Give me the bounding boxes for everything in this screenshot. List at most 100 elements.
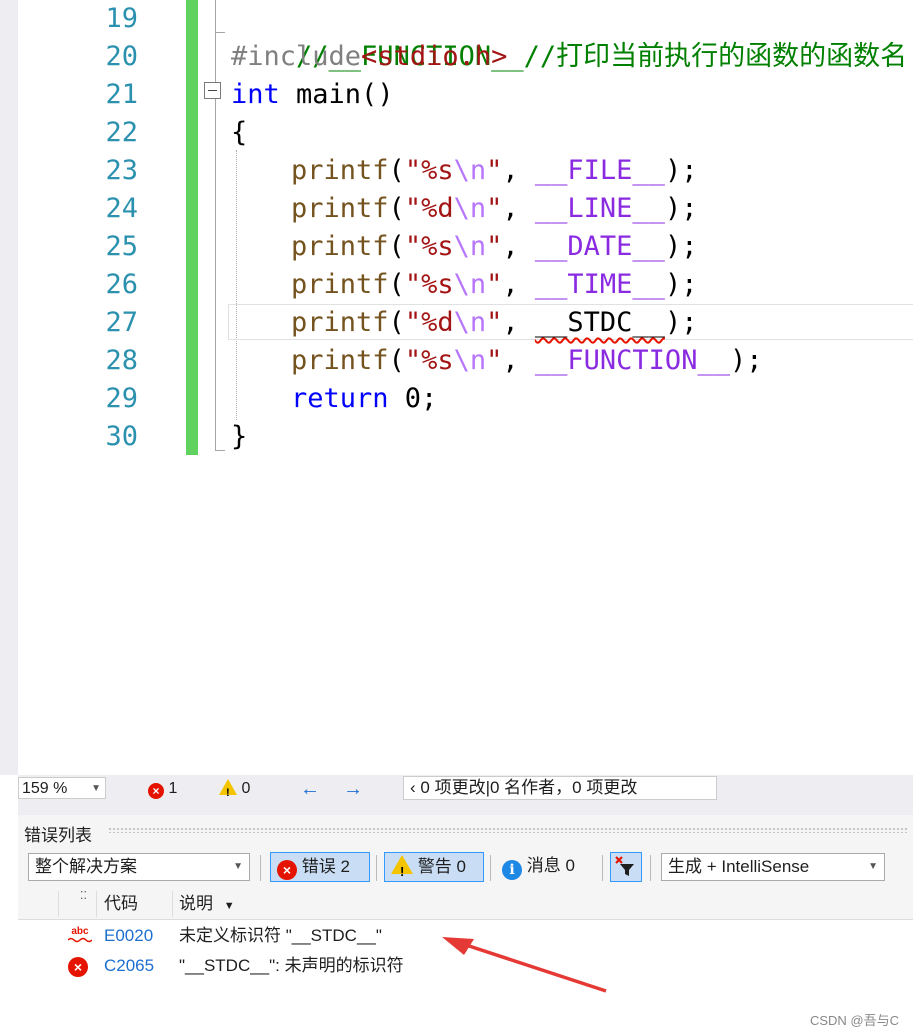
code-editor[interactable]: 19 20 21 22 23 24 25 26 27 28 29 30 //__… xyxy=(0,0,913,775)
string-quote: " xyxy=(404,307,422,338)
error-icon: × xyxy=(277,860,297,880)
error-count: 1 xyxy=(168,780,178,797)
code-text: ( xyxy=(388,231,405,262)
macro-name: __FUNCTION__ xyxy=(534,345,730,376)
code-line-26[interactable]: printf("%s\n", __TIME__); xyxy=(291,266,697,304)
code-text: ( xyxy=(388,269,405,300)
macro-name: __TIME__ xyxy=(534,269,665,300)
error-count-indicator[interactable]: × 1 xyxy=(148,777,177,801)
error-list-toolbar: 整个解决方案 ▼ × 错误 2 警告 0 i 消息 0 生成 + Intelli… xyxy=(18,849,913,887)
intellisense-abc-icon: abc xyxy=(68,927,92,945)
undefined-identifier-squiggle[interactable]: __STDC__ xyxy=(535,307,665,338)
code-text: { xyxy=(231,117,248,148)
string-quote: " xyxy=(486,345,503,376)
error-list-panel: 错误列表 整个解决方案 ▼ × 错误 2 警告 0 i 消息 0 xyxy=(18,815,913,1035)
error-code-link[interactable]: C2065 xyxy=(104,951,154,981)
scope-value: 整个解决方案 xyxy=(35,857,137,876)
column-header-description[interactable]: 说明 ▼ xyxy=(179,887,235,919)
line-number-gutter: 19 20 21 22 23 24 25 26 27 28 29 30 xyxy=(60,0,182,460)
error-icon: × xyxy=(68,956,88,977)
change-tracking-bar xyxy=(186,0,198,455)
string-quote: " xyxy=(486,231,503,262)
error-description: 未定义标识符 "__STDC__" xyxy=(179,926,382,945)
watermark: CSDN @吾与C xyxy=(809,1013,899,1028)
error-code-link[interactable]: E0020 xyxy=(104,921,153,951)
line-number: 24 xyxy=(105,193,138,224)
editor-glyph-margin xyxy=(18,0,58,775)
column-chooser-icon[interactable]: ⁚⁚ xyxy=(80,887,87,919)
chevron-left-icon: ‹ xyxy=(410,778,421,797)
line-number: 25 xyxy=(105,231,138,262)
string-quote: " xyxy=(404,155,422,186)
toolbar-divider xyxy=(260,855,261,881)
clear-filter-button[interactable] xyxy=(610,852,642,882)
line-number: 29 xyxy=(105,383,138,414)
code-text: , xyxy=(502,345,535,376)
collapse-icon[interactable] xyxy=(204,82,221,99)
info-icon: i xyxy=(502,860,522,880)
format-specifier: %s xyxy=(421,231,454,262)
line-number: 23 xyxy=(105,155,138,186)
warning-icon xyxy=(219,779,237,805)
macro-name: __FILE__ xyxy=(534,155,665,186)
code-text: , xyxy=(502,231,535,262)
scope-dropdown[interactable]: 整个解决方案 ▼ xyxy=(28,853,250,881)
column-header-label: 说明 xyxy=(179,894,213,913)
code-line-24[interactable]: printf("%d\n", __LINE__); xyxy=(291,190,697,228)
include-header: <stdio.h> xyxy=(361,41,508,72)
macro-name: __DATE__ xyxy=(534,231,665,262)
column-header-code[interactable]: 代码 xyxy=(104,887,138,919)
panel-drag-grip[interactable] xyxy=(108,827,908,833)
string-quote: " xyxy=(404,345,422,376)
code-line-29[interactable]: return 0; xyxy=(291,380,437,418)
panel-title: 错误列表 xyxy=(24,826,92,845)
format-specifier: %s xyxy=(421,269,454,300)
editor-status-strip: 159 % ▼ × 1 0 ← → ‹ 0 项更改|0 名作者，0 项更改 xyxy=(18,775,913,805)
code-text: ( xyxy=(388,193,405,224)
code-line-23[interactable]: printf("%s\n", __FILE__); xyxy=(291,152,697,190)
format-specifier: %d xyxy=(421,193,454,224)
code-lens-changes[interactable]: ‹ 0 项更改|0 名作者，0 项更改 xyxy=(403,776,717,800)
code-line-27[interactable]: printf("%d\n", __STDC__); xyxy=(291,304,697,342)
code-text: ); xyxy=(729,345,763,376)
errors-filter-label: 错误 2 xyxy=(301,857,350,876)
messages-filter-button[interactable]: i 消息 0 xyxy=(496,852,596,882)
escape-sequence: \n xyxy=(453,193,487,224)
code-line-28[interactable]: printf("%s\n", __FUNCTION__); xyxy=(291,342,762,380)
format-specifier: %s xyxy=(421,155,454,186)
format-specifier: %s xyxy=(421,345,454,376)
code-line-21[interactable]: int main() xyxy=(231,76,394,114)
zoom-dropdown[interactable]: 159 % ▼ xyxy=(18,777,106,799)
code-text: } xyxy=(231,421,248,452)
line-number: 19 xyxy=(105,3,138,34)
chevron-down-icon: ▼ xyxy=(91,783,101,794)
code-text: main() xyxy=(279,79,394,110)
code-line-25[interactable]: printf("%s\n", __DATE__); xyxy=(291,228,697,266)
code-text: , xyxy=(502,193,535,224)
code-line-30[interactable]: } xyxy=(231,418,247,456)
code-line-19[interactable]: //__FUNCTION__//打印当前执行的函数的函数名 xyxy=(231,0,907,72)
code-text: ); xyxy=(664,269,698,300)
code-text: , xyxy=(502,269,535,300)
navigate-forward-arrow-icon[interactable]: → xyxy=(343,777,363,801)
source-dropdown[interactable]: 生成 + IntelliSense ▼ xyxy=(661,853,885,881)
warning-count-indicator[interactable]: 0 xyxy=(219,777,250,805)
changes-text: 0 项更改|0 名作者，0 项更改 xyxy=(420,778,638,797)
column-divider xyxy=(96,891,97,917)
warnings-filter-button[interactable]: 警告 0 xyxy=(384,852,484,886)
keyword: return xyxy=(291,383,389,414)
filter-clear-icon xyxy=(615,856,634,876)
errors-filter-button[interactable]: × 错误 2 xyxy=(270,852,370,882)
string-quote: " xyxy=(404,193,422,224)
navigate-back-arrow-icon[interactable]: ← xyxy=(300,777,320,801)
code-line-20[interactable]: #include<stdio.h> xyxy=(231,38,507,76)
code-line-22[interactable]: { xyxy=(231,114,247,152)
string-quote: " xyxy=(486,269,503,300)
toolbar-divider xyxy=(490,855,491,881)
line-number: 20 xyxy=(105,41,138,72)
toolbar-divider xyxy=(376,855,377,881)
code-text: , xyxy=(502,155,535,186)
column-divider xyxy=(172,891,173,917)
line-number: 22 xyxy=(105,117,138,148)
messages-filter-label: 消息 0 xyxy=(526,856,575,875)
